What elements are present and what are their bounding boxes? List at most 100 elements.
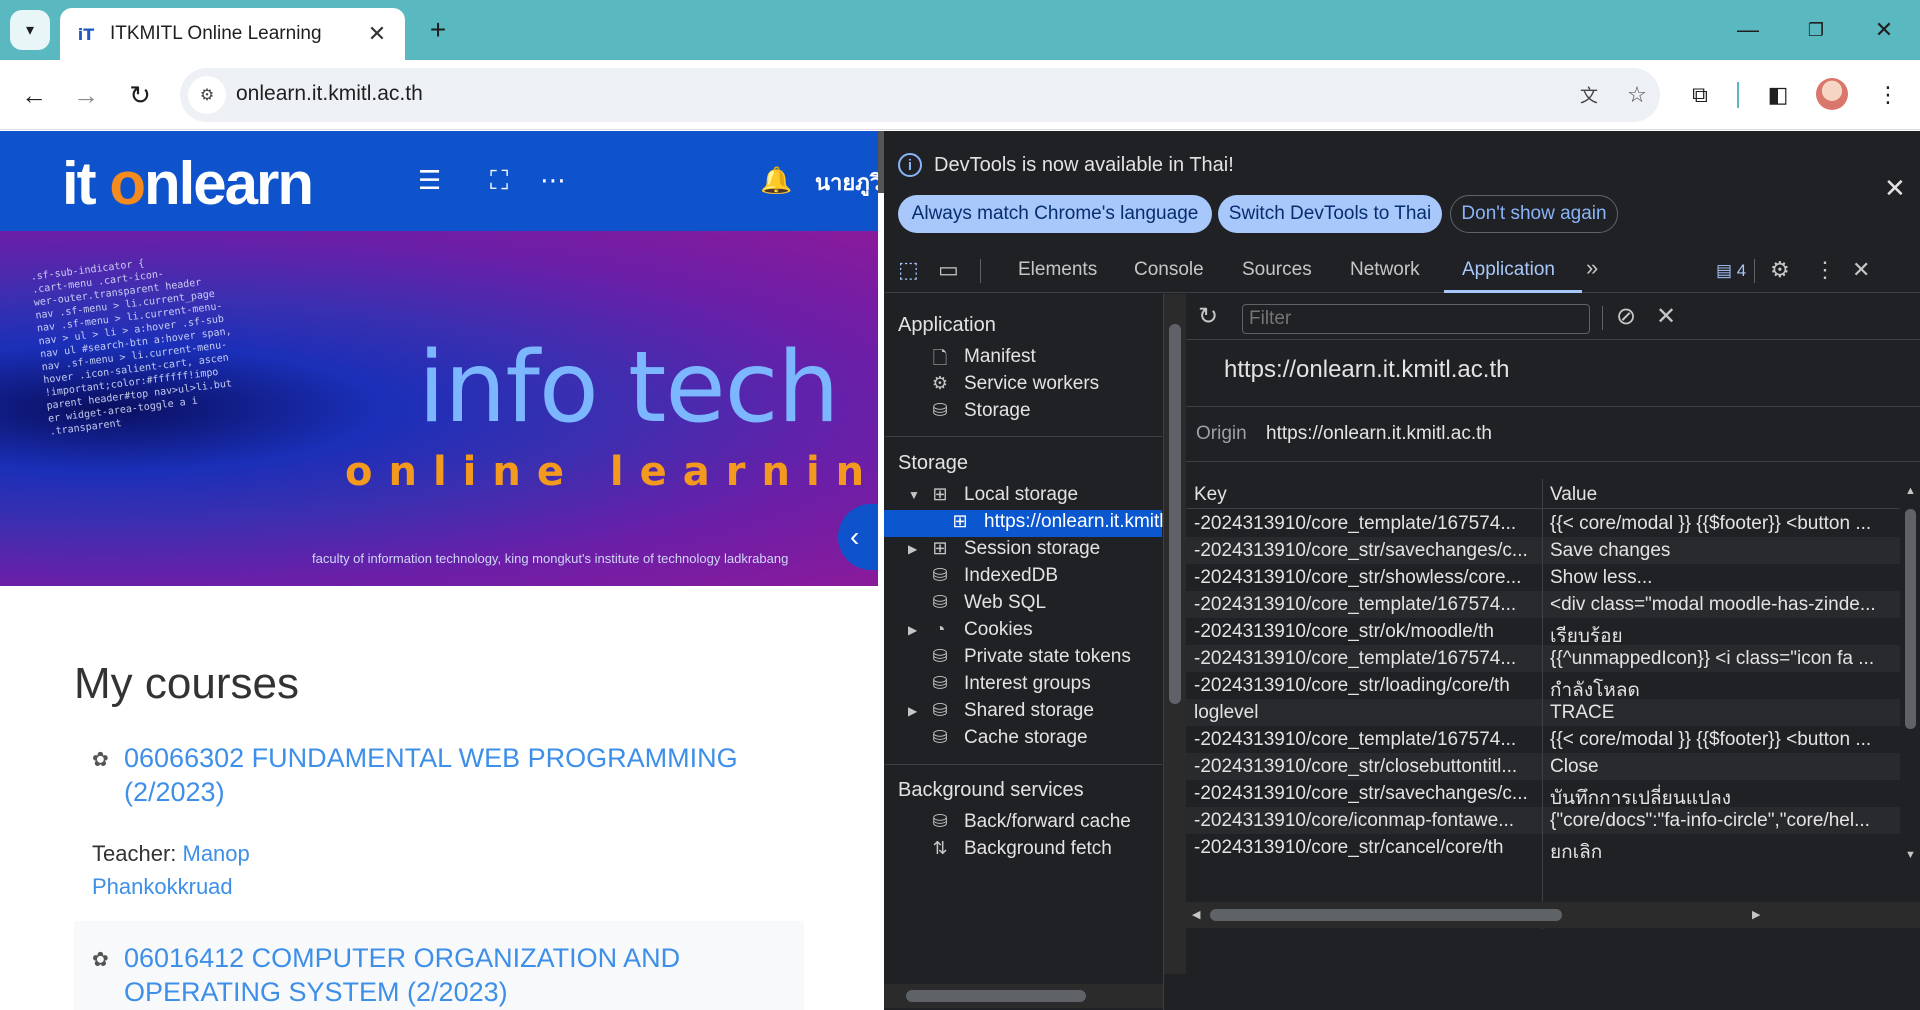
row-key[interactable]: -2024313910/core_template/167574... bbox=[1194, 648, 1534, 670]
devtools-menu-kebab-icon[interactable]: ⋮ bbox=[1814, 257, 1836, 283]
sidebar-item-cache-storage[interactable]: Cache storage bbox=[964, 727, 1088, 749]
row-value[interactable]: {{< core/modal }} {{$footer}} <button ..… bbox=[1550, 729, 1896, 751]
tab-elements[interactable]: Elements bbox=[1018, 259, 1097, 281]
sidebar-item-local-origin[interactable]: https://onlearn.it.kmitl.ac.th bbox=[984, 511, 1163, 533]
sidebar-item-back-forward-cache[interactable]: Back/forward cache bbox=[964, 811, 1131, 833]
column-divider[interactable] bbox=[1542, 479, 1543, 929]
inspect-element-icon[interactable]: ⬚ bbox=[898, 257, 919, 283]
collapsed-triangle-icon[interactable]: ▶ bbox=[908, 623, 917, 637]
table-row[interactable]: -2024313910/core_str/savechanges/c... Sav… bbox=[1186, 537, 1900, 564]
device-toolbar-icon[interactable]: ▭ bbox=[938, 257, 959, 283]
new-tab-plus-icon[interactable]: + bbox=[420, 12, 456, 48]
notification-bell-icon[interactable]: 🔔 bbox=[760, 165, 792, 196]
row-key[interactable]: loglevel bbox=[1194, 702, 1534, 724]
tab-close-icon[interactable]: ✕ bbox=[363, 21, 391, 47]
row-key[interactable]: -2024313910/core_template/167574... bbox=[1194, 729, 1534, 751]
table-horizontal-scrollbar[interactable]: ◀ ▶ bbox=[1186, 902, 1920, 928]
row-value[interactable]: ยกเลิก bbox=[1550, 837, 1896, 867]
sidebar-item-shared-storage[interactable]: Shared storage bbox=[964, 700, 1094, 722]
row-key[interactable]: -2024313910/core_template/167574... bbox=[1194, 513, 1534, 535]
row-key[interactable]: -2024313910/core_str/showless/core... bbox=[1194, 567, 1534, 589]
infobar-close-icon[interactable]: ✕ bbox=[1884, 173, 1906, 204]
row-key[interactable]: -2024313910/core_str/loading/core/th bbox=[1194, 675, 1534, 697]
tab-search-chevron-icon[interactable]: ▾ bbox=[10, 10, 50, 50]
row-key[interactable]: -2024313910/core_str/cancel/core/th bbox=[1194, 837, 1534, 859]
table-row[interactable]: -2024313910/core_template/167574... {{< c… bbox=[1186, 726, 1900, 753]
table-row[interactable]: -2024313910/core_template/167574... {{^un… bbox=[1186, 645, 1900, 672]
delete-selected-icon[interactable]: ✕ bbox=[1656, 302, 1676, 331]
site-logo[interactable]: it onlearn bbox=[62, 149, 314, 218]
row-value[interactable]: Show less... bbox=[1550, 567, 1896, 589]
restore-icon[interactable]: ❐ bbox=[1792, 10, 1840, 50]
always-match-language-button[interactable]: Always match Chrome's language bbox=[898, 195, 1212, 233]
row-key[interactable]: -2024313910/core_str/savechanges/c... bbox=[1194, 783, 1534, 805]
row-key[interactable]: -2024313910/core_str/closebuttontitl... bbox=[1194, 756, 1534, 778]
sidebar-horizontal-scrollbar[interactable] bbox=[884, 984, 1163, 1008]
row-value[interactable]: TRACE bbox=[1550, 702, 1896, 724]
table-vertical-scrollbar[interactable]: ▲ ▼ bbox=[1900, 479, 1920, 949]
profile-avatar[interactable] bbox=[1816, 78, 1848, 110]
collapsed-triangle-icon[interactable]: ▶ bbox=[908, 704, 917, 718]
table-row[interactable]: -2024313910/core_str/cancel/core/th ยกเลิ… bbox=[1186, 834, 1900, 863]
row-key[interactable]: -2024313910/core_template/167574... bbox=[1194, 594, 1534, 616]
sidebar-item-indexeddb[interactable]: IndexedDB bbox=[964, 565, 1058, 587]
dont-show-again-button[interactable]: Don't show again bbox=[1450, 195, 1618, 233]
switch-to-thai-button[interactable]: Switch DevTools to Thai bbox=[1218, 195, 1442, 233]
filter-input[interactable] bbox=[1242, 304, 1590, 334]
issues-badge[interactable]: ▤ 4 bbox=[1716, 261, 1746, 281]
browser-tab[interactable]: iT ITKMITL Online Learning ✕ bbox=[60, 8, 405, 60]
row-value[interactable]: {{< core/modal }} {{$footer}} <button ..… bbox=[1550, 513, 1896, 535]
fullscreen-icon[interactable]: ⛶ bbox=[490, 165, 508, 197]
row-value[interactable]: {{^unmappedIcon}} <i class="icon fa ... bbox=[1550, 648, 1896, 670]
sidebar-item-background-fetch[interactable]: Background fetch bbox=[964, 838, 1112, 860]
course-link[interactable]: 06066302 FUNDAMENTAL WEB PROGRAMMING (2/… bbox=[124, 741, 764, 809]
sidebar-item-private-state-tokens[interactable]: Private state tokens bbox=[964, 646, 1131, 668]
user-menu-name[interactable]: นายภูวิ bbox=[815, 165, 878, 200]
tab-console[interactable]: Console bbox=[1134, 259, 1204, 281]
tab-network[interactable]: Network bbox=[1350, 259, 1420, 281]
table-row[interactable]: -2024313910/core_template/167574... <div … bbox=[1186, 591, 1900, 618]
table-row[interactable]: -2024313910/core_str/loading/core/th กำลั… bbox=[1186, 672, 1900, 701]
back-arrow-icon[interactable]: ← bbox=[12, 73, 56, 117]
sidebar-item-local-storage[interactable]: Local storage bbox=[964, 484, 1078, 506]
hamburger-menu-icon[interactable]: ☰ bbox=[418, 165, 441, 196]
table-row[interactable]: -2024313910/core_str/closebuttontitl... C… bbox=[1186, 753, 1900, 780]
course-link[interactable]: 06016412 COMPUTER ORGANIZATION AND OPERA… bbox=[124, 941, 764, 1009]
sidebar-item-cookies[interactable]: Cookies bbox=[964, 619, 1033, 641]
table-row[interactable]: -2024313910/core_template/167574... {{< c… bbox=[1186, 510, 1900, 537]
minimize-icon[interactable]: — bbox=[1724, 10, 1772, 50]
bookmark-star-icon[interactable]: ☆ bbox=[1620, 78, 1654, 112]
tab-sources[interactable]: Sources bbox=[1242, 259, 1312, 281]
more-tabs-chevron-icon[interactable]: » bbox=[1586, 255, 1598, 281]
sidebar-vertical-scrollbar[interactable] bbox=[1164, 294, 1186, 974]
devtools-close-icon[interactable]: ✕ bbox=[1852, 257, 1870, 283]
sidebar-item-service-workers[interactable]: Service workers bbox=[964, 373, 1099, 395]
side-panel-icon[interactable]: ◧ bbox=[1758, 75, 1798, 115]
clear-all-icon[interactable]: ⊘ bbox=[1616, 302, 1636, 331]
table-row[interactable]: loglevel TRACE bbox=[1186, 699, 1900, 726]
extensions-puzzle-icon[interactable]: ⧉ bbox=[1680, 75, 1720, 115]
tab-application[interactable]: Application bbox=[1462, 259, 1555, 281]
row-value[interactable]: {"core/docs":"fa-info-circle","core/hel.… bbox=[1550, 810, 1896, 832]
column-header-value[interactable]: Value bbox=[1550, 484, 1597, 506]
table-row[interactable]: -2024313910/core_str/showless/core... Sho… bbox=[1186, 564, 1900, 591]
collapsed-triangle-icon[interactable]: ▶ bbox=[908, 542, 917, 556]
row-key[interactable]: -2024313910/core/iconmap-fontawe... bbox=[1194, 810, 1534, 832]
sidebar-item-manifest[interactable]: Manifest bbox=[964, 346, 1036, 368]
table-row[interactable]: -2024313910/core/iconmap-fontawe... {"cor… bbox=[1186, 807, 1900, 834]
reload-icon[interactable]: ↻ bbox=[118, 73, 162, 117]
translate-icon[interactable]: 文 bbox=[1572, 78, 1606, 112]
sidebar-item-web-sql[interactable]: Web SQL bbox=[964, 592, 1046, 614]
address-bar[interactable]: ⚙ onlearn.it.kmitl.ac.th 文 ☆ bbox=[180, 68, 1660, 122]
sidebar-item-interest-groups[interactable]: Interest groups bbox=[964, 673, 1091, 695]
close-window-icon[interactable]: ✕ bbox=[1860, 10, 1908, 50]
table-row[interactable]: -2024313910/core_str/savechanges/c... บัน… bbox=[1186, 780, 1900, 809]
expanded-triangle-icon[interactable]: ▼ bbox=[908, 488, 920, 502]
column-header-key[interactable]: Key bbox=[1194, 484, 1227, 506]
refresh-icon[interactable]: ↻ bbox=[1198, 302, 1218, 331]
more-dots-icon[interactable]: ⋯ bbox=[540, 165, 566, 196]
sidebar-item-session-storage[interactable]: Session storage bbox=[964, 538, 1100, 560]
row-value[interactable]: <div class="modal moodle-has-zinde... bbox=[1550, 594, 1896, 616]
chrome-menu-kebab-icon[interactable]: ⋮ bbox=[1868, 75, 1908, 115]
row-key[interactable]: -2024313910/core_str/ok/moodle/th bbox=[1194, 621, 1534, 643]
